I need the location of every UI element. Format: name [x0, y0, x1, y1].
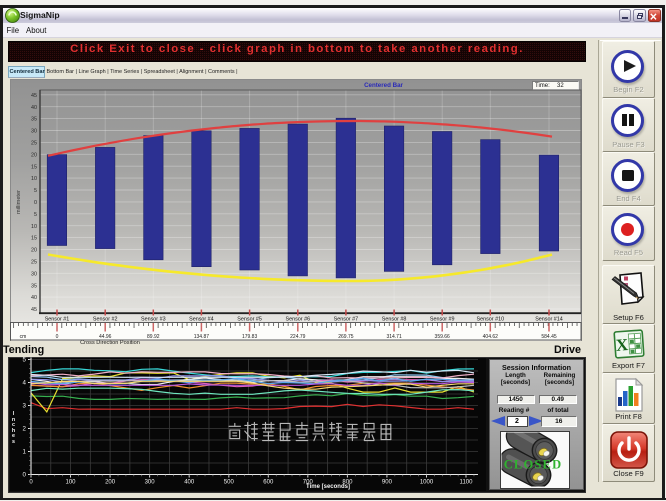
svg-text:CLOSED: CLOSED [504, 458, 563, 472]
svg-text:X: X [615, 335, 629, 355]
